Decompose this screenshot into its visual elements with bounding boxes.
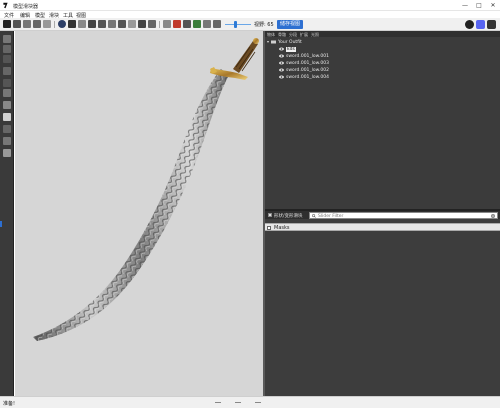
clear-filter-icon[interactable]: × [491, 214, 495, 218]
tree-item-mesh[interactable]: sword.001_low.004 [267, 74, 497, 81]
wireframe-icon[interactable] [138, 20, 146, 28]
brush-icon[interactable] [78, 20, 86, 28]
status-divider [255, 402, 261, 403]
inflate-tool-icon[interactable] [3, 55, 11, 63]
title-bar: 模型滑块器 — □ ✕ [0, 0, 500, 11]
tree-item-label: sword.001_low.003 [286, 61, 329, 66]
tab-lights[interactable]: 光照 [311, 32, 319, 38]
move-tool-icon[interactable] [3, 79, 11, 87]
sword-model [33, 38, 259, 341]
tree-item-mesh[interactable]: sword.001_low.003 [267, 60, 497, 67]
inflate-icon[interactable] [118, 20, 126, 28]
smooth-icon[interactable] [88, 20, 96, 28]
slider-panel-title: 形状/变形滑块 [274, 214, 303, 219]
save-view-button[interactable]: 储存视图 [277, 20, 303, 29]
outliner-tabs: 物体 骨骼 分段 扩展 光照 [265, 31, 500, 37]
collapse-icon[interactable]: ▾ [267, 39, 269, 44]
fov-slider-thumb[interactable] [234, 21, 237, 28]
logo-icon [3, 20, 11, 28]
deflate-tool-icon[interactable] [3, 67, 11, 75]
discord-icon[interactable] [476, 20, 485, 29]
search-icon [312, 214, 316, 218]
status-bar: 准备! [0, 396, 500, 408]
sword-grip [233, 41, 258, 73]
globe-icon[interactable] [58, 20, 66, 28]
rotate-icon[interactable] [33, 20, 41, 28]
eye-icon[interactable] [279, 61, 284, 65]
masks-label: Masks [274, 225, 290, 231]
texture-icon[interactable] [148, 20, 156, 28]
sword-pommel [253, 38, 259, 44]
color-icon[interactable] [193, 20, 201, 28]
fov-label: 视野: 65 [254, 22, 274, 28]
close-button[interactable]: ✕ [486, 1, 500, 10]
eye-icon[interactable] [279, 54, 284, 58]
outline-icon[interactable] [213, 20, 221, 28]
status-divider [235, 402, 241, 403]
tab-bones[interactable]: 骨骼 [278, 32, 286, 38]
deflate-icon[interactable] [128, 20, 136, 28]
3d-viewport[interactable] [15, 31, 263, 396]
eye-icon[interactable] [279, 75, 284, 79]
eye-icon[interactable] [279, 68, 284, 72]
scene-outliner: 物体 骨骼 分段 扩展 光照 ▾ Your Outfit kds sword.0… [265, 31, 500, 209]
weight-icon[interactable] [203, 20, 211, 28]
scale-icon[interactable] [43, 20, 51, 28]
tool-strip [0, 31, 14, 396]
menu-bar: 文件 编辑 模型 滑块 工具 视图 [0, 11, 500, 19]
toolbar-separator [54, 21, 55, 28]
symmetry-icon[interactable] [163, 20, 171, 28]
toolbar-separator [159, 21, 160, 28]
minimize-button[interactable]: — [458, 1, 472, 10]
toolbar: 视野: 65 储存视图 [0, 18, 500, 31]
github-icon[interactable] [465, 20, 474, 29]
maximize-button[interactable]: □ [472, 1, 486, 10]
alert-icon[interactable] [173, 20, 181, 28]
grid-icon[interactable] [3, 149, 11, 157]
light-icon[interactable] [68, 20, 76, 28]
blade-pattern [33, 69, 229, 341]
folder-icon [271, 40, 276, 44]
tab-meshes[interactable]: 物体 [267, 32, 275, 38]
invert-icon[interactable] [108, 20, 116, 28]
alpha-tool-icon[interactable] [3, 137, 11, 145]
undiff-tool-icon[interactable] [3, 101, 11, 109]
settings-icon[interactable] [183, 20, 191, 28]
tree-item-label: sword.001_low.002 [286, 68, 329, 73]
smooth-tool-icon[interactable] [3, 89, 11, 97]
masks-toggle-icon[interactable] [267, 226, 271, 230]
patreon-icon[interactable] [487, 20, 496, 29]
fov-slider-track[interactable] [225, 24, 251, 25]
brush-tool-icon[interactable] [3, 35, 11, 43]
tab-partitions[interactable]: 扩展 [300, 32, 308, 38]
color-tool-icon[interactable] [3, 125, 11, 133]
tree-item-label: kds [286, 47, 296, 52]
mask-icon[interactable] [98, 20, 106, 28]
tab-segments[interactable]: 分段 [289, 32, 297, 38]
eye-icon[interactable] [279, 47, 284, 51]
tree-item-label: sword.001_low.001 [286, 54, 329, 59]
status-divider [215, 402, 221, 403]
tree-item-kds[interactable]: kds [267, 46, 497, 53]
tree-item-label: sword.001_low.004 [286, 75, 329, 80]
move-icon[interactable] [23, 20, 31, 28]
tree-root-label: Your Outfit [278, 40, 302, 45]
slider-filter-placeholder: Slider Filter [318, 214, 344, 219]
select-icon[interactable] [13, 20, 21, 28]
slider-panel-header: 形状/变形滑块 Slider Filter × [265, 211, 500, 219]
mask-tool-icon[interactable] [3, 45, 11, 53]
tree-root[interactable]: ▾ Your Outfit [267, 39, 497, 46]
tree-item-mesh[interactable]: sword.001_low.001 [267, 53, 497, 60]
mesh-tree: ▾ Your Outfit kds sword.001_low.001 swor… [267, 39, 497, 81]
side-marker [0, 221, 2, 227]
status-text: 准备! [3, 401, 16, 407]
window-title: 模型滑块器 [13, 4, 39, 10]
tree-item-mesh[interactable]: sword.001_low.002 [267, 67, 497, 74]
masks-row[interactable]: Masks [265, 223, 500, 231]
slider-filter-input[interactable]: Slider Filter × [309, 212, 498, 219]
slider-panel: 形状/变形滑块 Slider Filter × Masks [265, 211, 500, 396]
app-logo-icon [3, 2, 8, 9]
slider-panel-checkbox[interactable] [268, 213, 272, 217]
weight-tool-icon[interactable] [3, 113, 11, 121]
